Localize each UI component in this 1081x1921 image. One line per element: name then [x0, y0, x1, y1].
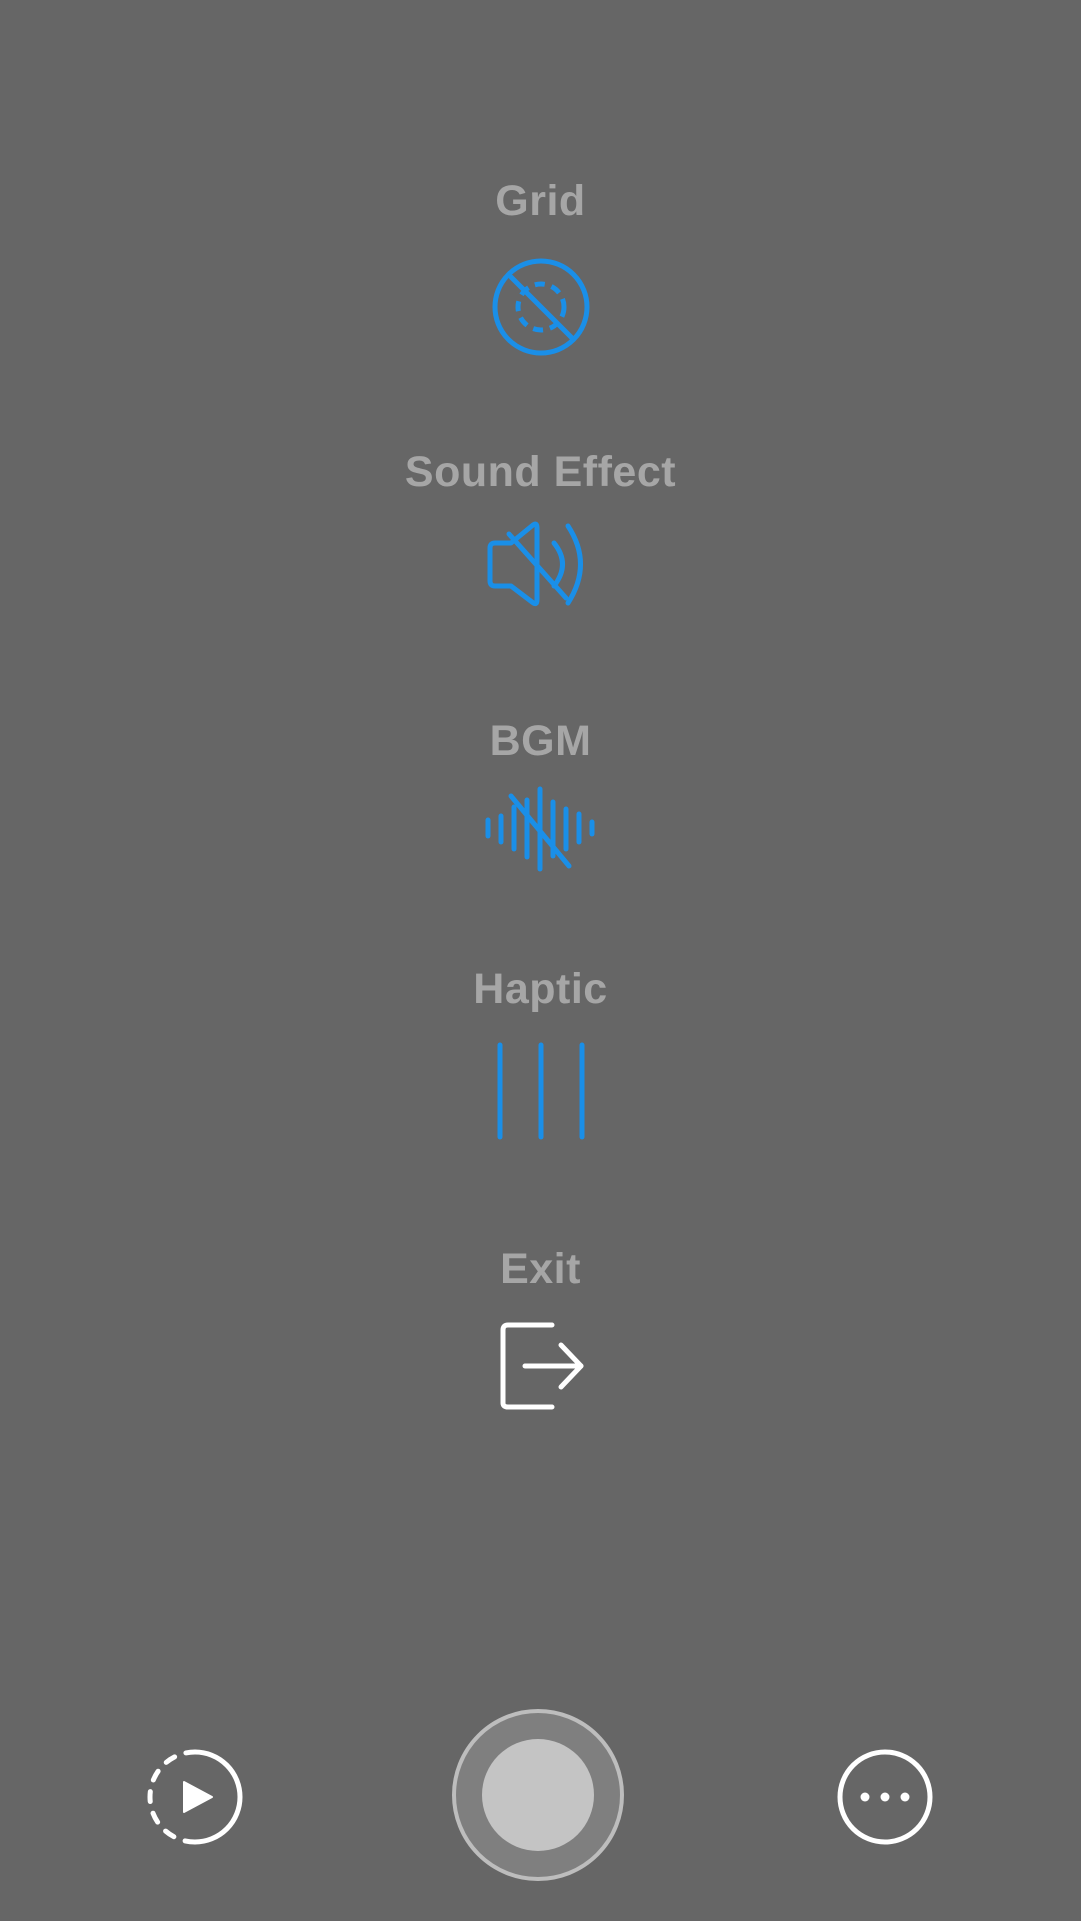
more-dots-icon[interactable] — [830, 1742, 940, 1852]
speaker-muted-icon[interactable] — [481, 516, 601, 616]
menu-item-bgm: BGM — [0, 720, 1081, 874]
shutter-inner — [482, 1739, 594, 1851]
menu-item-sound-effect: Sound Effect — [0, 451, 1081, 616]
menu-item-haptic: Haptic — [0, 968, 1081, 1141]
menu-item-grid: Grid — [0, 180, 1081, 362]
haptic-bars-icon[interactable] — [491, 1041, 591, 1141]
exit-arrow-icon[interactable] — [496, 1321, 586, 1411]
exit-label: Exit — [500, 1245, 581, 1293]
haptic-label: Haptic — [473, 965, 608, 1013]
menu-item-exit: Exit — [0, 1248, 1081, 1411]
shutter-button[interactable] — [452, 1709, 624, 1881]
waveform-muted-icon[interactable] — [481, 784, 601, 874]
sound-effect-label: Sound Effect — [404, 448, 677, 496]
bgm-label: BGM — [489, 717, 592, 765]
grid-off-icon[interactable] — [486, 252, 596, 362]
grid-label: Grid — [495, 177, 586, 225]
replay-button[interactable] — [140, 1742, 250, 1852]
